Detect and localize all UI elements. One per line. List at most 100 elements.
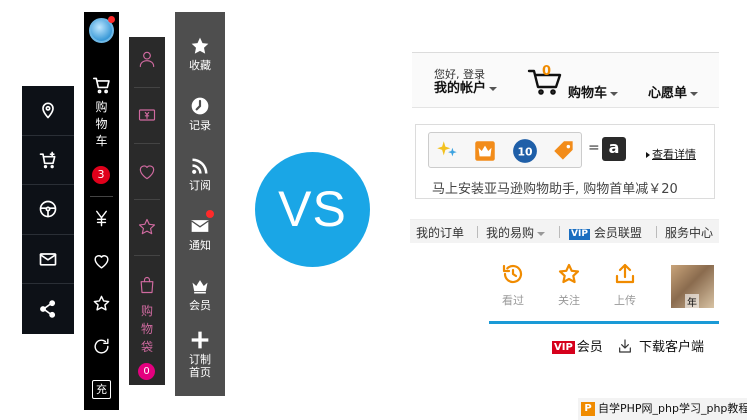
rss-icon	[192, 158, 208, 174]
bag-label-char: 袋	[140, 340, 153, 354]
mail-icon	[39, 253, 57, 266]
clock-icon	[191, 97, 209, 115]
cart-label: 购物车	[568, 86, 608, 101]
amazon-header: 您好, 登录 我的帐户 0 购物车 心愿单	[412, 52, 719, 108]
share-button[interactable]	[22, 284, 74, 334]
divider	[134, 255, 160, 256]
member-button[interactable]: 会员	[175, 276, 225, 312]
shopping-bag-icon	[140, 276, 154, 294]
view-details-link[interactable]: 查看详情	[646, 146, 696, 162]
user-button[interactable]	[137, 49, 157, 69]
download-client-link[interactable]: 下载客户端	[617, 336, 704, 355]
my-orders-link[interactable]: 我的订单	[416, 224, 464, 241]
toolbar-black-cart: 购 物 车 3 充	[84, 12, 119, 410]
recharge-button[interactable]: 充	[92, 380, 111, 399]
user-photo[interactable]: 年	[671, 265, 714, 309]
account-menu[interactable]: 您好, 登录 我的帐户	[434, 69, 498, 97]
star-button[interactable]	[92, 294, 111, 313]
my-yigou-link[interactable]: 我的易购	[486, 224, 546, 241]
star-button[interactable]	[137, 217, 157, 237]
collect-label: 收藏	[189, 59, 211, 72]
divider	[656, 226, 657, 238]
cart-count: 0	[542, 64, 552, 79]
bag-button[interactable]	[137, 275, 157, 295]
history-button[interactable]	[92, 337, 111, 356]
site-logo: P	[581, 402, 595, 416]
favorite-button[interactable]	[137, 162, 157, 182]
star-icon	[191, 37, 209, 54]
favorite-button[interactable]	[92, 252, 111, 271]
vip-badge: VIP	[552, 341, 575, 354]
divider	[134, 143, 160, 144]
cart-label-char: 车	[95, 134, 108, 148]
vip-member-link[interactable]: VIP 会员	[552, 336, 603, 355]
vip-tag: VIP	[569, 229, 590, 240]
mail-icon	[191, 220, 209, 232]
yen-button[interactable]	[92, 209, 111, 228]
collect-button[interactable]: 收藏	[175, 36, 225, 72]
badge-10-icon: 10	[513, 139, 537, 163]
promo-banner: 10 = a 查看详情 马上安装亚马逊购物助手, 购物首单减￥20	[415, 124, 715, 199]
notification-button[interactable]: 通知	[175, 216, 225, 252]
star-icon	[138, 218, 156, 235]
member-alliance-link[interactable]: VIP 会员联盟	[569, 224, 642, 241]
amazon-cart-icon[interactable]: 0	[527, 64, 563, 99]
sparkle-icon	[437, 141, 457, 157]
amazon-logo: a	[602, 137, 626, 161]
bag-label-char: 物	[140, 322, 153, 336]
follow-button[interactable]: 关注	[549, 262, 589, 308]
history-button[interactable]: 记录	[175, 96, 225, 132]
subscribe-button[interactable]: 订阅	[175, 156, 225, 192]
heart-icon	[139, 165, 155, 180]
tag-icon	[554, 141, 573, 160]
steering-wheel-button[interactable]	[22, 185, 74, 235]
cart-icon[interactable]	[92, 76, 112, 98]
cart-add-button[interactable]	[22, 136, 74, 186]
watermark-text: 自学PHP网_php学习_php教程	[598, 402, 747, 415]
vs-circle: VS	[255, 152, 370, 267]
customize-home-button[interactable]: 订制 首页	[175, 330, 225, 379]
cart-menu[interactable]: 购物车	[568, 82, 619, 101]
heart-icon	[94, 255, 109, 269]
notification-dot	[108, 16, 115, 23]
viewed-label: 看过	[502, 294, 524, 307]
promo-text: 马上安装亚马逊购物助手, 购物首单减￥20	[432, 182, 678, 197]
badge-number: 10	[517, 145, 533, 158]
crown-box-icon	[475, 141, 495, 161]
divider	[134, 199, 160, 200]
viewed-button[interactable]: 看过	[493, 262, 533, 308]
sub-navigation: 我的订单 我的易购 VIP 会员联盟 服务中心	[410, 219, 719, 243]
cart-label-char: 购	[95, 100, 108, 114]
wallet-button[interactable]	[137, 105, 157, 125]
star-icon	[558, 263, 580, 284]
yen-icon	[96, 210, 107, 227]
history-icon	[502, 264, 523, 284]
history-icon	[94, 338, 109, 354]
toolbar-gray-labeled: 收藏 记录 订阅 通知 会员 订制 首页	[175, 12, 225, 396]
wishlist-menu[interactable]: 心愿单	[648, 82, 699, 101]
upload-label: 上传	[614, 294, 636, 307]
location-pin-icon	[42, 102, 54, 119]
photo-tag: 年	[685, 294, 699, 309]
upload-button[interactable]: 上传	[605, 262, 645, 308]
location-button[interactable]	[22, 86, 74, 136]
divider	[559, 226, 560, 238]
mail-button[interactable]	[22, 235, 74, 285]
chevron-down-icon	[610, 91, 619, 96]
upload-icon	[615, 263, 635, 284]
account-label: 我的帐户	[434, 81, 487, 96]
chevron-down-icon	[690, 91, 699, 96]
equals-sign: =	[588, 140, 600, 156]
bag-label-char: 购	[140, 304, 153, 318]
customize-label-line: 订制	[189, 353, 211, 366]
notification-label: 通知	[189, 239, 211, 252]
share-icon	[40, 300, 56, 318]
service-center-link[interactable]: 服务中心	[665, 224, 713, 241]
download-label: 下载客户端	[639, 340, 705, 355]
my-yigou-label: 我的易购	[486, 226, 535, 240]
plus-icon	[191, 331, 209, 349]
view-details-label: 查看详情	[652, 148, 696, 161]
toolbar-dark-navy	[22, 86, 74, 334]
divider	[134, 87, 160, 88]
user-icon	[139, 51, 155, 68]
